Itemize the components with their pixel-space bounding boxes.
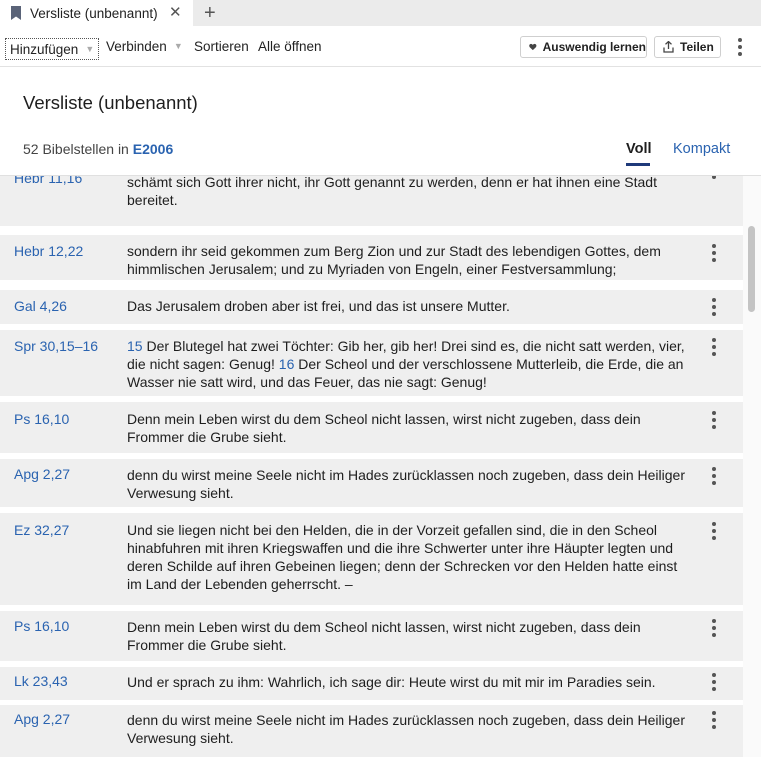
list-header: Versliste (unbenannt) 52 Bibelstellen in… (0, 67, 761, 176)
kebab-icon[interactable] (708, 411, 720, 429)
verse-text: Und sie liegen nicht bei den Helden, die… (127, 522, 678, 592)
verse-row[interactable]: Lk 23,43 Und er sprach zu ihm: Wahrlich,… (0, 667, 743, 700)
tab-title: Versliste (unbenannt) (30, 5, 158, 21)
add-button[interactable]: Hinzufügen ▼ (5, 38, 100, 60)
verse-text: denn du wirst meine Seele nicht im Hades… (127, 467, 685, 501)
verse-row[interactable]: Hebr 12,22 sondern ihr seid gekommen zum… (0, 235, 743, 280)
bible-version-link[interactable]: E2006 (133, 141, 173, 157)
memorize-label: Auswendig lernen (542, 40, 646, 54)
verse-reference[interactable]: Apg 2,27 (14, 466, 70, 482)
tab-verse-list[interactable]: Versliste (unbenannt) ✕ (0, 0, 193, 26)
share-icon (663, 41, 674, 53)
chevron-down-icon: ▼ (85, 44, 95, 54)
close-icon[interactable]: ✕ (169, 3, 182, 21)
kebab-icon[interactable] (708, 244, 720, 262)
verse-reference[interactable]: Spr 30,15–16 (14, 338, 98, 354)
verse-text: denn du wirst meine Seele nicht im Hades… (127, 712, 685, 746)
tab-bar: Versliste (unbenannt) ✕ + (0, 0, 761, 26)
bookmark-doc-icon (11, 6, 21, 20)
verse-reference[interactable]: Lk 23,43 (14, 673, 68, 689)
verse-reference[interactable]: Hebr 12,22 (14, 243, 83, 259)
verse-text: Das Jerusalem droben aber ist frei, und … (127, 298, 510, 314)
connect-button[interactable]: Verbinden ▼ (106, 26, 183, 66)
open-all-button[interactable]: Alle öffnen (258, 26, 322, 66)
verse-text: Jetzt aber trachten sie nach einem besse… (127, 176, 657, 208)
kebab-icon[interactable] (708, 673, 720, 691)
verse-reference[interactable]: Ez 32,27 (14, 522, 69, 538)
kebab-icon[interactable] (708, 467, 720, 485)
kebab-icon[interactable] (708, 338, 720, 356)
kebab-icon[interactable] (708, 176, 720, 179)
sort-button[interactable]: Sortieren (194, 26, 249, 66)
share-label: Teilen (680, 40, 714, 54)
verse-reference[interactable]: Ps 16,10 (14, 411, 69, 427)
verse-row[interactable]: Ps 16,10 Denn mein Leben wirst du dem Sc… (0, 611, 743, 661)
verse-text: sondern ihr seid gekommen zum Berg Zion … (127, 243, 661, 277)
verse-number: 15 (127, 338, 143, 354)
verse-number: 16 (278, 356, 295, 372)
share-button[interactable]: Teilen (654, 36, 721, 58)
kebab-icon[interactable] (708, 711, 720, 729)
chevron-down-icon: ▼ (173, 41, 183, 51)
kebab-icon[interactable] (708, 522, 720, 540)
verse-text: Denn mein Leben wirst du dem Scheol nich… (127, 411, 641, 445)
verse-count: 52 Bibelstellen in E2006 (23, 141, 173, 157)
verse-row[interactable]: Spr 30,15–16 15 Der Blutegel hat zwei Tö… (0, 330, 743, 396)
kebab-icon[interactable] (708, 619, 720, 637)
add-button-label: Hinzufügen (10, 41, 79, 57)
verse-list: Hebr 11,16 Jetzt aber trachten sie nach … (0, 176, 743, 757)
page-title: Versliste (unbenannt) (23, 92, 198, 113)
verse-count-text: 52 Bibelstellen in (23, 141, 129, 157)
toolbar: Hinzufügen ▼ Verbinden ▼ Sortieren Alle … (0, 26, 761, 67)
active-tab-underline (626, 163, 650, 166)
verse-text: Denn mein Leben wirst du dem Scheol nich… (127, 619, 641, 653)
verse-row[interactable]: Ez 32,27 Und sie liegen nicht bei den He… (0, 513, 743, 605)
verse-reference[interactable]: Ps 16,10 (14, 618, 69, 634)
verse-text: 15 Der Blutegel hat zwei Töchter: Gib he… (127, 337, 690, 391)
verse-row[interactable]: Apg 2,27 denn du wirst meine Seele nicht… (0, 459, 743, 507)
verse-reference[interactable]: Hebr 11,16 (14, 176, 82, 186)
memorize-button[interactable]: Auswendig lernen (520, 36, 647, 58)
more-options-icon[interactable] (734, 38, 746, 56)
verse-row[interactable]: Ps 16,10 Denn mein Leben wirst du dem Sc… (0, 402, 743, 453)
add-tab-icon[interactable]: + (204, 0, 216, 26)
verse-row[interactable]: Apg 2,27 denn du wirst meine Seele nicht… (0, 705, 743, 757)
kebab-icon[interactable] (708, 298, 720, 316)
verse-row[interactable]: Gal 4,26 Das Jerusalem droben aber ist f… (0, 290, 743, 324)
scrollbar-thumb[interactable] (748, 226, 755, 312)
view-compact-tab[interactable]: Kompakt (673, 141, 730, 157)
verse-text: Und er sprach zu ihm: Wahrlich, ich sage… (127, 674, 656, 690)
connect-button-label: Verbinden (106, 38, 167, 54)
heart-icon (529, 43, 537, 51)
view-full-tab[interactable]: Voll (626, 141, 652, 157)
verse-row[interactable]: Hebr 11,16 Jetzt aber trachten sie nach … (0, 176, 743, 226)
verse-reference[interactable]: Gal 4,26 (14, 298, 67, 314)
verse-reference[interactable]: Apg 2,27 (14, 711, 70, 727)
